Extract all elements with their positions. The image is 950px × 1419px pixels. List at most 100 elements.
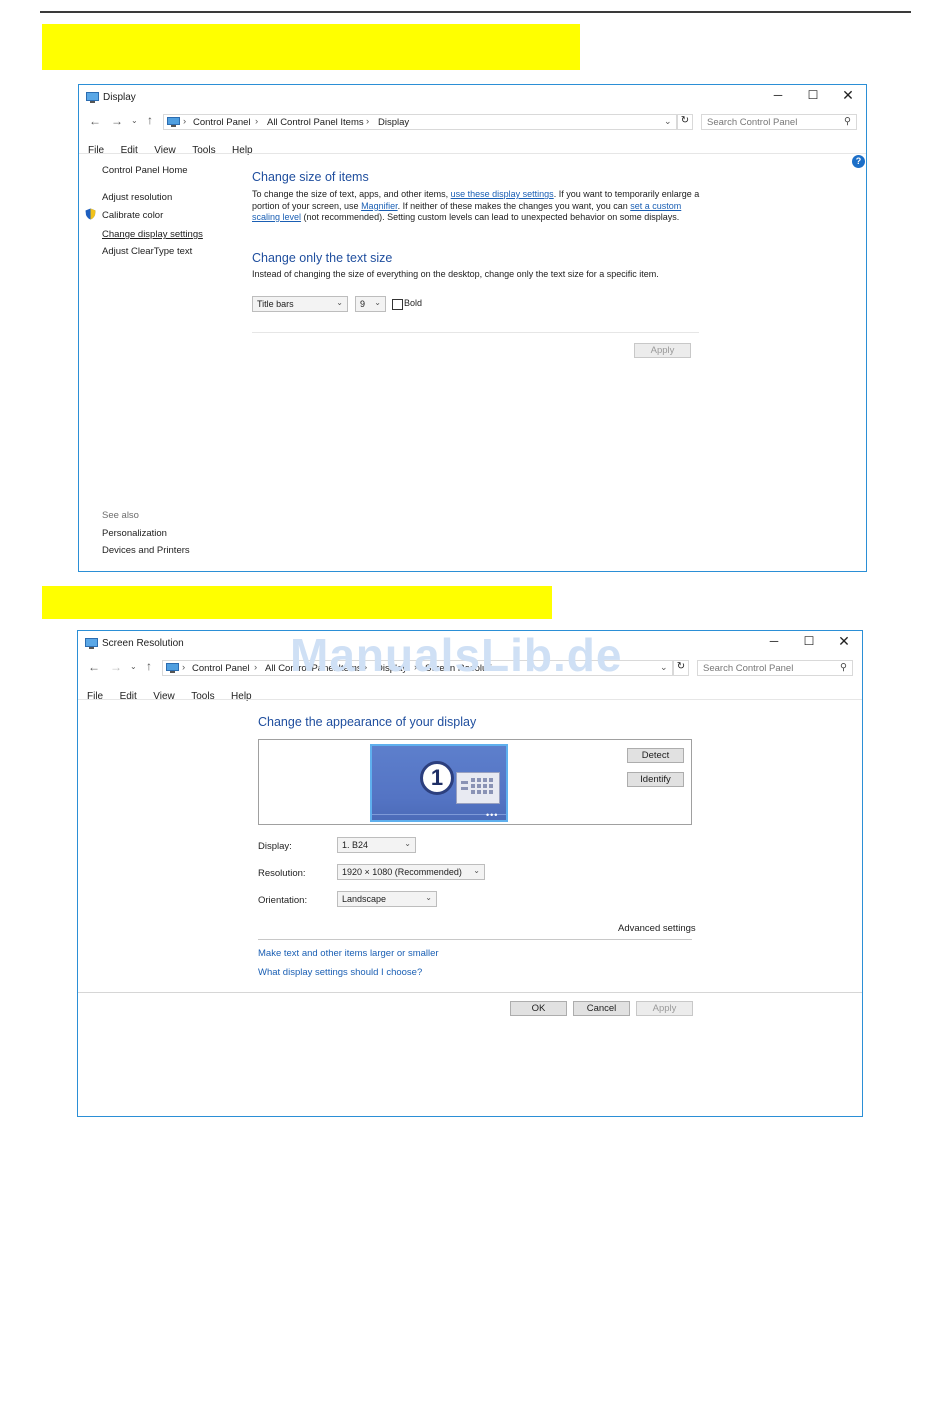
ok-button[interactable]: OK: [510, 1001, 567, 1016]
identify-button[interactable]: Identify: [627, 772, 684, 787]
refresh-icon[interactable]: ↻: [673, 660, 689, 676]
cancel-button[interactable]: Cancel: [573, 1001, 630, 1016]
display-select[interactable]: 1. B24 ⌄: [337, 837, 416, 853]
see-also-personalization[interactable]: Personalization: [102, 528, 167, 539]
section-heading-size: Change size of items: [252, 170, 369, 184]
window-title: Display: [103, 92, 136, 103]
more-dots-icon: •••: [486, 810, 499, 820]
magnifier-link[interactable]: Magnifier: [361, 201, 398, 211]
advanced-settings-link[interactable]: Advanced settings: [618, 923, 696, 934]
sidebar-item-adjust-resolution[interactable]: Adjust resolution: [102, 192, 172, 203]
detect-button[interactable]: Detect: [627, 748, 684, 763]
menu-edit[interactable]: Edit: [120, 691, 137, 702]
see-also-heading: See also: [102, 510, 139, 521]
see-also-devices-printers[interactable]: Devices and Printers: [102, 545, 190, 556]
breadcrumb-item[interactable]: Control Panel: [193, 117, 251, 128]
page-top-rule: [40, 11, 911, 13]
menu-separator: [79, 153, 866, 154]
search-icon: ⚲: [844, 116, 851, 127]
maximize-button[interactable]: ☐: [799, 634, 819, 648]
text-size-select[interactable]: 9 ⌄: [355, 296, 386, 312]
menu-file[interactable]: File: [87, 691, 103, 702]
sidebar-item-adjust-cleartype[interactable]: Adjust ClearType text: [102, 246, 192, 257]
apply-separator: [252, 332, 699, 333]
address-dropdown-icon[interactable]: ⌄: [660, 662, 668, 673]
menu-bar: File Edit View Tools Help: [88, 140, 265, 158]
display-icon: [86, 92, 99, 103]
maximize-button[interactable]: ☐: [803, 88, 823, 102]
menu-view[interactable]: View: [153, 691, 175, 702]
address-bar[interactable]: › Control Panel › All Control Panel Item…: [163, 114, 677, 130]
back-icon[interactable]: ←: [89, 114, 101, 128]
resolution-select[interactable]: 1920 × 1080 (Recommended) ⌄: [337, 864, 485, 880]
text-item-select[interactable]: Title bars ⌄: [252, 296, 348, 312]
section-heading-text-size: Change only the text size: [252, 251, 393, 265]
chevron-down-icon: ⌄: [425, 893, 432, 902]
close-button[interactable]: ✕: [834, 633, 854, 650]
text-size-link[interactable]: Make text and other items larger or smal…: [258, 948, 439, 959]
minimize-button[interactable]: ─: [764, 634, 784, 648]
window-title: Screen Resolution: [102, 638, 184, 649]
forward-icon[interactable]: →: [110, 660, 122, 674]
menu-edit[interactable]: Edit: [121, 145, 138, 156]
minimize-button[interactable]: ─: [768, 88, 788, 102]
computer-icon: [166, 663, 179, 673]
sidebar-item-change-display-settings[interactable]: Change display settings: [102, 229, 203, 240]
breadcrumb-item[interactable]: All Control Panel Items: [267, 117, 364, 128]
menu-file[interactable]: File: [88, 145, 104, 156]
highlight-bar-1: [42, 24, 580, 70]
apply-button[interactable]: Apply: [634, 343, 691, 358]
footer-separator: [78, 992, 862, 993]
computer-icon: [167, 117, 180, 127]
sidebar-control-panel-home[interactable]: Control Panel Home: [102, 165, 188, 176]
monitor-number-badge: 1: [420, 761, 454, 795]
breadcrumb-item[interactable]: Control Panel: [192, 663, 250, 674]
menu-tools[interactable]: Tools: [191, 691, 214, 702]
display-help-link[interactable]: What display settings should I choose?: [258, 967, 422, 978]
orientation-label: Orientation:: [258, 895, 308, 906]
highlight-bar-2: [42, 586, 552, 619]
monitor-grid-icon: [456, 772, 500, 804]
shield-icon: [85, 208, 96, 220]
apply-button[interactable]: Apply: [636, 1001, 693, 1016]
watermark: ManualsLib.de: [290, 629, 623, 681]
recent-chevron-icon[interactable]: ⌄: [130, 662, 137, 671]
monitor-tile[interactable]: 1 •••: [370, 744, 508, 822]
bold-checkbox[interactable]: [392, 299, 403, 310]
search-input[interactable]: Search Control Panel ⚲: [697, 660, 853, 676]
menu-separator: [78, 699, 862, 700]
menu-bar: File Edit View Tools Help: [87, 686, 264, 704]
section-size-text: To change the size of text, apps, and ot…: [252, 189, 700, 222]
display-label: Display:: [258, 841, 292, 852]
display-window: Display ─ ☐ ✕ ← → ⌄ ↑ › Control Panel › …: [78, 84, 867, 572]
refresh-icon[interactable]: ↻: [677, 114, 693, 130]
up-icon[interactable]: ↑: [146, 659, 152, 673]
links-separator: [258, 939, 692, 940]
chevron-down-icon: ⌄: [336, 298, 343, 307]
orientation-select[interactable]: Landscape ⌄: [337, 891, 437, 907]
recent-chevron-icon[interactable]: ⌄: [131, 116, 138, 125]
monitor-preview-area: 1 ••• Detect Identify: [258, 739, 692, 825]
menu-view[interactable]: View: [154, 145, 176, 156]
back-icon[interactable]: ←: [88, 660, 100, 674]
display-icon: [85, 638, 98, 649]
address-dropdown-icon[interactable]: ⌄: [664, 116, 672, 127]
search-input[interactable]: Search Control Panel ⚲: [701, 114, 857, 130]
menu-help[interactable]: Help: [231, 691, 252, 702]
menu-tools[interactable]: Tools: [192, 145, 215, 156]
section-text-size-desc: Instead of changing the size of everythi…: [252, 269, 659, 279]
close-button[interactable]: ✕: [838, 87, 858, 104]
display-settings-link[interactable]: use these display settings: [451, 189, 554, 199]
menu-help[interactable]: Help: [232, 145, 253, 156]
chevron-down-icon: ⌄: [374, 298, 381, 307]
chevron-down-icon: ⌄: [404, 839, 411, 848]
sidebar-item-calibrate-color[interactable]: Calibrate color: [102, 210, 163, 221]
help-icon[interactable]: ?: [852, 155, 865, 168]
screen-resolution-window: Screen Resolution ─ ☐ ✕ ← → ⌄ ↑ › Contro…: [77, 630, 863, 1117]
bold-label: Bold: [404, 298, 423, 308]
forward-icon[interactable]: →: [111, 114, 123, 128]
up-icon[interactable]: ↑: [147, 113, 153, 127]
page-title: Change the appearance of your display: [258, 715, 477, 729]
search-icon: ⚲: [840, 662, 847, 673]
breadcrumb-item[interactable]: Display: [378, 117, 409, 128]
